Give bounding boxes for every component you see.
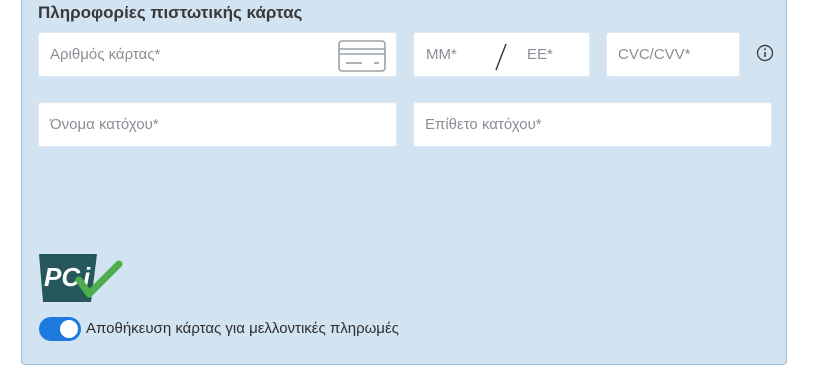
pci-compliance-logo: PC i [39, 254, 123, 302]
save-card-toggle[interactable] [39, 317, 81, 341]
cvc-placeholder: CVC/CVV* [618, 46, 691, 63]
first-name-placeholder: Όνομα κατόχου* [50, 116, 159, 133]
info-icon[interactable] [756, 44, 774, 62]
save-card-label: Αποθήκευση κάρτας για μελλοντικές πληρωμ… [86, 320, 399, 337]
toggle-knob [60, 320, 78, 338]
expiry-month-placeholder: MM* [426, 46, 457, 63]
expiry-separator [495, 43, 507, 71]
card-number-field[interactable]: Αριθμός κάρτας* [38, 32, 397, 77]
section-title: Πληροφορίες πιστωτικής κάρτας [38, 3, 303, 22]
credit-card-icon [338, 40, 386, 72]
expiry-field[interactable]: MM* EE* [413, 32, 590, 77]
last-name-placeholder: Επίθετο κατόχου* [425, 116, 542, 133]
expiry-year-placeholder: EE* [527, 46, 553, 63]
svg-text:PC: PC [44, 262, 81, 292]
first-name-field[interactable]: Όνομα κατόχου* [38, 102, 397, 147]
cvc-field[interactable]: CVC/CVV* [606, 32, 740, 77]
credit-card-panel: Πληροφορίες πιστωτικής κάρτας Αριθμός κά… [21, 0, 787, 365]
last-name-field[interactable]: Επίθετο κατόχου* [413, 102, 772, 147]
card-number-placeholder: Αριθμός κάρτας* [50, 46, 161, 63]
